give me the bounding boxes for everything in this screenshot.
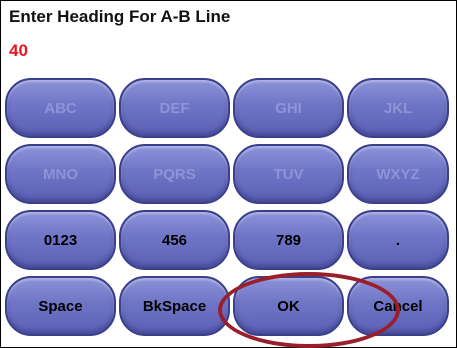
- heading-value-display: 40: [9, 41, 28, 60]
- keypad: ABC DEF GHI JKL MNO PQRS TUV WXYZ 0123 4…: [5, 78, 457, 336]
- space-button[interactable]: Space: [5, 276, 116, 336]
- ok-button[interactable]: OK: [233, 276, 344, 336]
- key-0123[interactable]: 0123: [5, 210, 116, 270]
- dialog-title: Enter Heading For A-B Line: [9, 7, 231, 26]
- key-456[interactable]: 456: [119, 210, 230, 270]
- key-pqrs: PQRS: [119, 144, 230, 204]
- key-789[interactable]: 789: [233, 210, 344, 270]
- key-abc: ABC: [5, 78, 116, 138]
- key-wxyz: WXYZ: [347, 144, 449, 204]
- key-mno: MNO: [5, 144, 116, 204]
- key-decimal-point[interactable]: .: [347, 210, 449, 270]
- key-tuv: TUV: [233, 144, 344, 204]
- cancel-button[interactable]: Cancel: [347, 276, 449, 336]
- key-jkl: JKL: [347, 78, 449, 138]
- key-ghi: GHI: [233, 78, 344, 138]
- backspace-button[interactable]: BkSpace: [119, 276, 230, 336]
- key-def: DEF: [119, 78, 230, 138]
